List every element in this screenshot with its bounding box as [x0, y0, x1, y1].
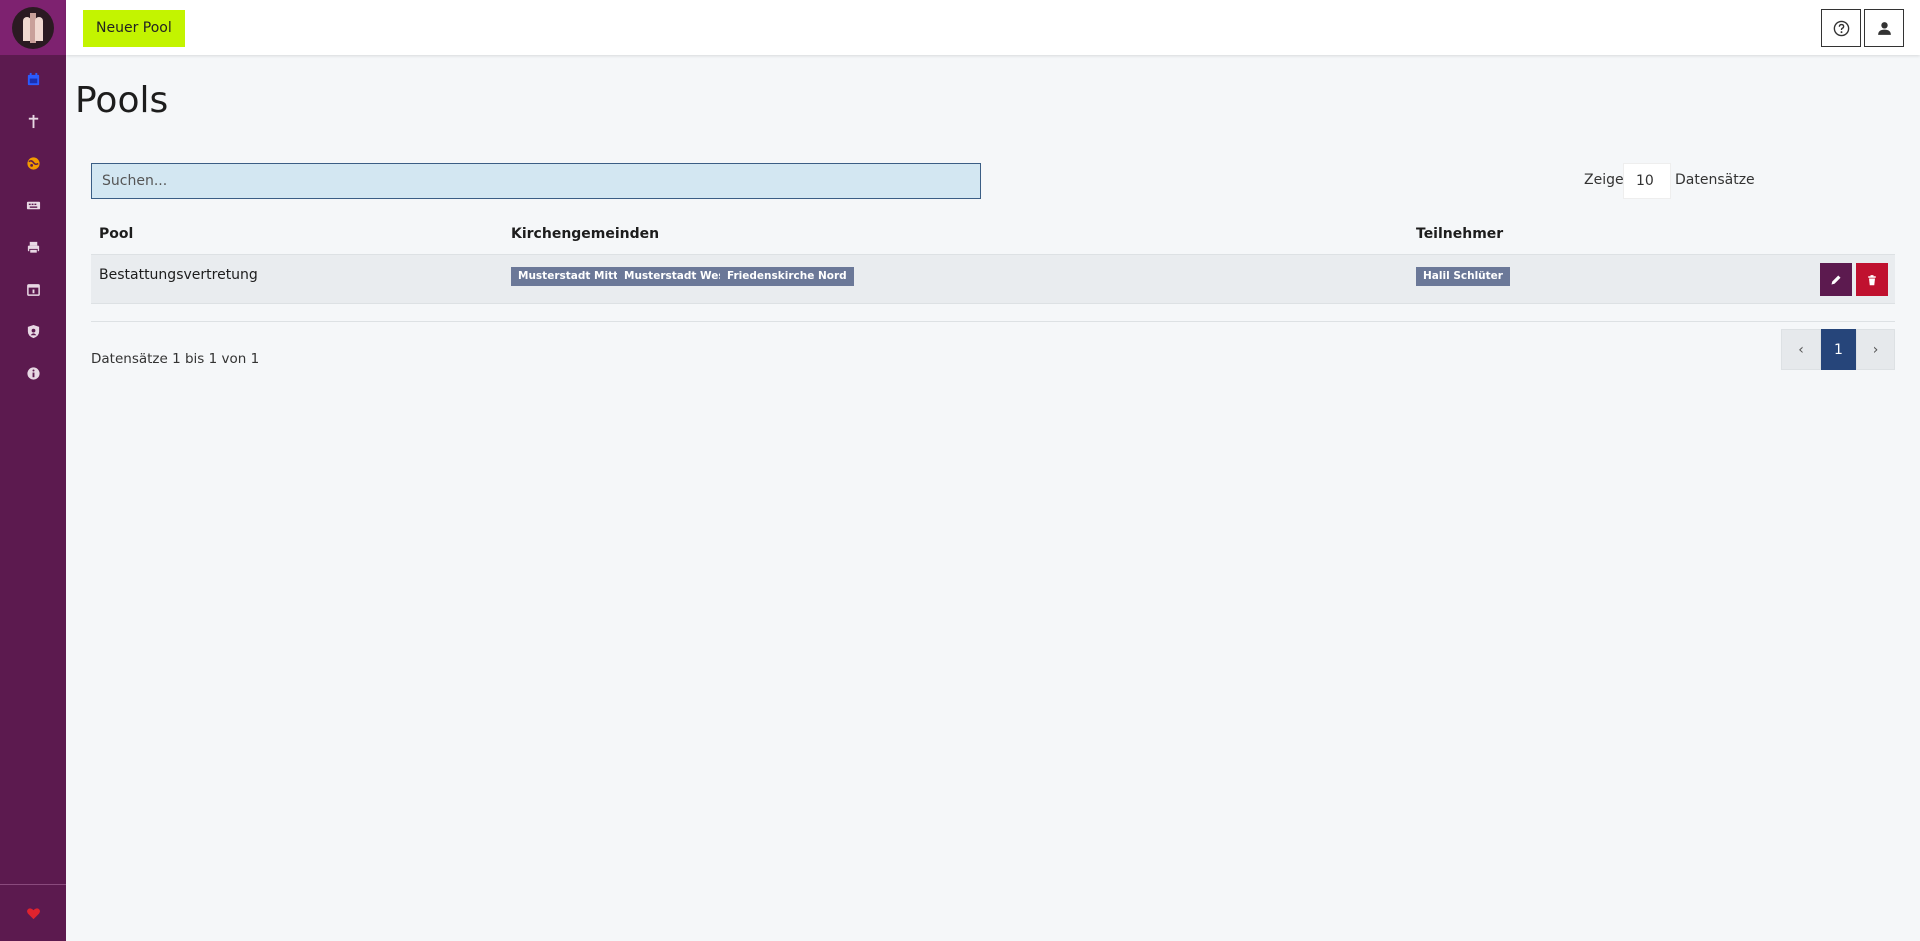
globe-icon [26, 156, 40, 170]
calendar-grid-icon [26, 283, 40, 296]
column-header-pool[interactable]: Pool [99, 226, 133, 242]
page-title: Pools [75, 80, 169, 121]
pagination-previous[interactable]: ‹ [1781, 329, 1821, 370]
column-header-kirchengemeinden[interactable]: Kirchengemeinden [511, 226, 659, 242]
pool-name: Bestattungsvertretung [99, 267, 258, 283]
kirchengemeinde-badge: Musterstadt Mitte [511, 267, 633, 286]
printer-icon [27, 241, 39, 254]
search-input[interactable] [91, 163, 981, 199]
delete-button[interactable] [1856, 263, 1888, 296]
kirchengemeinde-badge: Musterstadt West [617, 267, 737, 286]
column-header-teilnehmer[interactable]: Teilnehmer [1416, 226, 1503, 242]
help-icon [1833, 20, 1849, 36]
pencil-icon [1831, 275, 1841, 284]
sidebar [0, 0, 66, 941]
sidebar-item-planner[interactable] [0, 275, 66, 303]
table-row: Bestattungsvertretung Musterstadt Mitte … [91, 254, 1895, 304]
user-menu-button[interactable] [1864, 9, 1904, 47]
sidebar-item-print[interactable] [0, 233, 66, 261]
new-pool-button[interactable]: Neuer Pool [83, 10, 185, 47]
user-shield-icon [27, 324, 39, 338]
sidebar-item-admin[interactable] [0, 317, 66, 345]
sidebar-item-info[interactable] [0, 359, 66, 387]
teilnehmer-badge: Halil Schlüter [1416, 267, 1510, 286]
trash-icon [1868, 274, 1876, 285]
table-divider [91, 321, 1895, 322]
kirchengemeinde-badge: Friedenskirche Nord [720, 267, 854, 286]
heart-icon [26, 907, 40, 919]
sidebar-item-globe[interactable] [0, 149, 66, 177]
length-suffix-label: Datensätze [1675, 172, 1755, 188]
logo-link[interactable] [0, 0, 66, 55]
sidebar-item-cross[interactable] [0, 107, 66, 135]
pagination-next[interactable]: › [1856, 329, 1895, 370]
page-length-value: 10 [1636, 173, 1654, 189]
table-info: Datensätze 1 bis 1 von 1 [91, 351, 260, 367]
user-icon [1877, 21, 1891, 35]
keyboard-icon [26, 201, 40, 209]
pagination-page-1[interactable]: 1 [1821, 329, 1856, 370]
sidebar-divider [0, 884, 66, 885]
calendar-icon [27, 72, 39, 85]
info-icon [26, 366, 40, 380]
top-bar: Neuer Pool [66, 0, 1920, 55]
app-logo [12, 6, 54, 49]
sidebar-item-keyboard[interactable] [0, 191, 66, 219]
cross-icon [28, 114, 38, 128]
edit-button[interactable] [1820, 263, 1852, 296]
help-button[interactable] [1821, 9, 1861, 47]
length-prefix-label: Zeige [1584, 172, 1624, 188]
sidebar-item-calendar[interactable] [0, 65, 66, 93]
sidebar-item-donate[interactable] [0, 899, 66, 927]
page-length-select[interactable]: 10 [1623, 163, 1671, 199]
